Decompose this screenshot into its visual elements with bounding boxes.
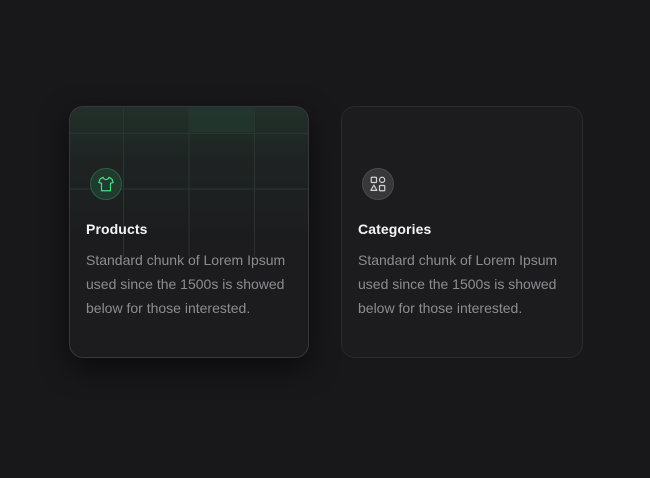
card-title: Categories [358,221,432,237]
card-title: Products [86,221,148,237]
card-description: Standard chunk of Lorem Ipsum used since… [358,252,558,316]
categories-card[interactable]: Categories Standard chunk of Lorem Ipsum… [341,106,583,358]
feature-cards-stage: Products Standard chunk of Lorem Ipsum u… [0,0,650,478]
categories-icon-badge [362,168,394,200]
shapes-icon [370,176,386,192]
products-icon-badge [90,168,122,200]
shirt-icon [98,176,114,192]
products-card[interactable]: Products Standard chunk of Lorem Ipsum u… [69,106,309,358]
card-description: Standard chunk of Lorem Ipsum used since… [86,252,286,316]
